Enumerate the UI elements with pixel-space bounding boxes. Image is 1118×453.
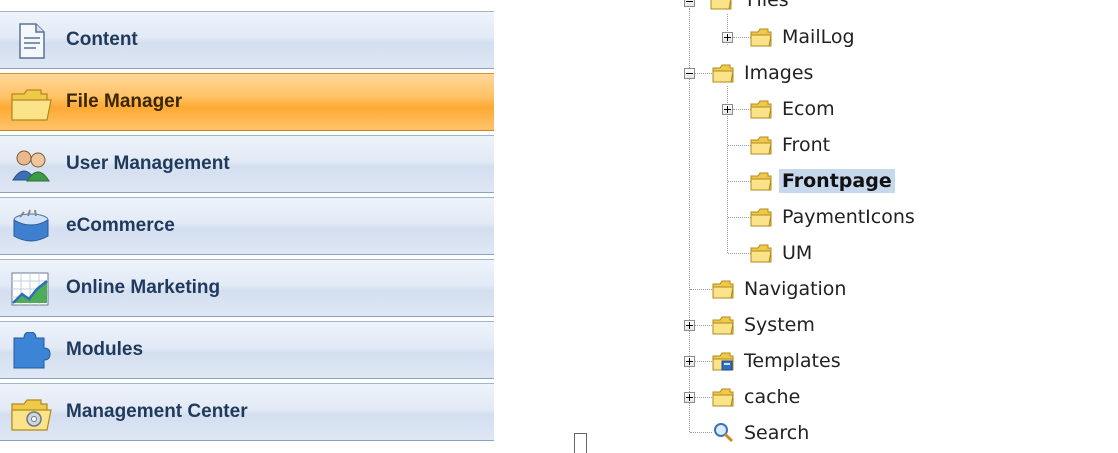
tree-connector-line — [733, 37, 751, 38]
tree-node-label: UM — [782, 242, 813, 264]
tree-node-label: MailLog — [782, 26, 855, 48]
collapse-toggle[interactable] — [684, 0, 695, 7]
folder-icon — [750, 244, 772, 263]
folder-icon — [712, 280, 734, 299]
expand-toggle[interactable] — [684, 392, 695, 403]
tree-connector-line — [690, 432, 712, 433]
tree-node-label: Files — [747, 0, 789, 11]
tree-node-label: System — [744, 314, 815, 336]
tree-node-label: Navigation — [744, 278, 847, 300]
tree-node-label: Ecom — [782, 98, 835, 120]
folder-icon — [710, 0, 732, 10]
folder-icon — [712, 388, 734, 407]
tree-connector-line — [695, 325, 712, 326]
tree-node-label: Search — [744, 422, 810, 444]
folder-icon — [712, 316, 734, 335]
tree-connector-line — [690, 289, 712, 290]
folder-icon — [750, 208, 772, 227]
tree-node-label: PaymentIcons — [782, 206, 915, 228]
tree-connector-line — [695, 361, 712, 362]
collapse-toggle[interactable] — [684, 68, 695, 79]
expand-toggle[interactable] — [722, 104, 733, 115]
empty-checkbox[interactable] — [574, 433, 587, 453]
expand-toggle[interactable] — [722, 32, 733, 43]
tree-node-label-selected: Frontpage — [779, 169, 895, 193]
search-icon — [714, 423, 734, 442]
expand-toggle[interactable] — [684, 320, 695, 331]
tree-connector-line — [733, 109, 751, 110]
folder-icon — [750, 136, 772, 155]
tree-connector-line — [728, 217, 751, 218]
tree-connector-line — [695, 73, 712, 74]
tree-connector-line — [728, 181, 751, 182]
folder-tree: Files MailLog Images Ecom Front Frontpag… — [0, 0, 1118, 449]
tree-node-label: cache — [744, 386, 801, 408]
tree-node-label: Images — [744, 62, 814, 84]
tree-connector-line — [728, 253, 751, 254]
tree-node-label: Templates — [744, 350, 841, 372]
folder-icon — [750, 100, 772, 119]
folder-icon — [712, 64, 734, 83]
tree-node-label: Front — [782, 134, 831, 156]
tree-connector-line — [695, 397, 712, 398]
folder-icon — [750, 28, 772, 47]
template-folder-icon — [712, 352, 734, 371]
folder-icon — [750, 172, 772, 191]
tree-connector-line — [728, 145, 751, 146]
expand-toggle[interactable] — [684, 356, 695, 367]
